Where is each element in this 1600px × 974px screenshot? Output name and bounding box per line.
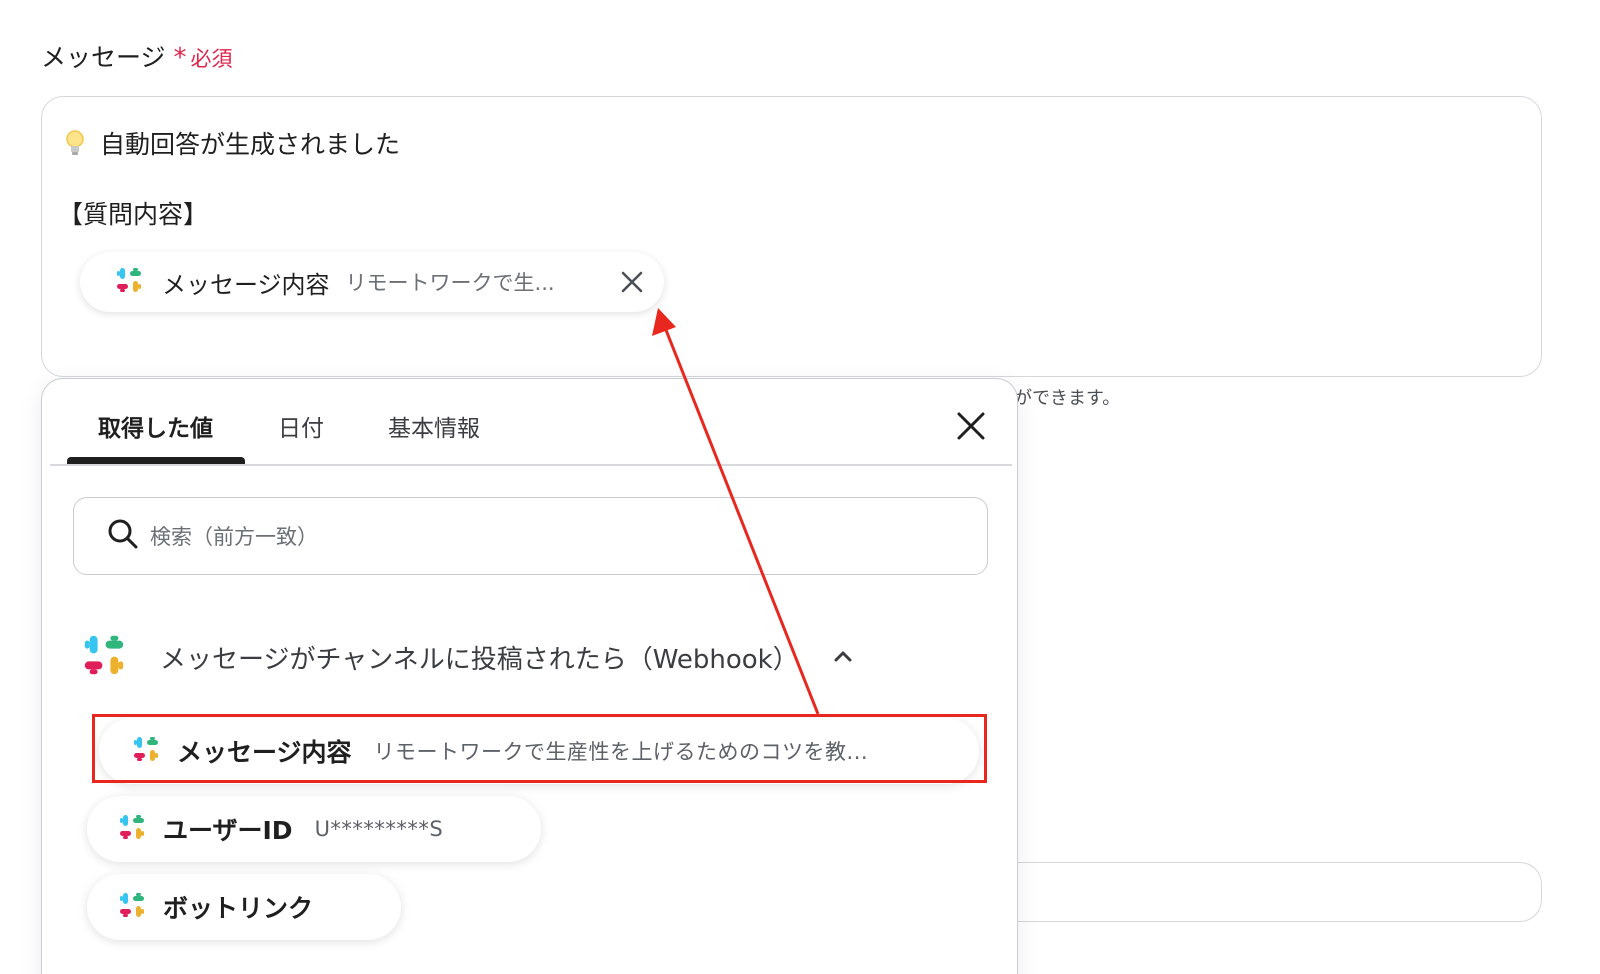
list-item[interactable]: ユーザーID U*********S [87,796,541,862]
group-header[interactable]: メッセージがチャンネルに投稿されたら（Webhook） [80,631,855,683]
slack-icon [117,890,147,924]
search-icon [106,517,140,555]
tab-divider [50,464,1012,466]
field-label-text: メッセージ [41,43,166,72]
close-icon[interactable] [953,408,989,444]
lightbulb-icon [64,128,86,158]
slack-icon [80,631,128,683]
background-input-field[interactable] [1000,862,1542,922]
inserted-token-chip[interactable]: メッセージ内容 リモートワークで生... [80,252,664,312]
field-hint: ができます。 [1014,388,1121,409]
item-value: U*********S [314,817,444,841]
required-star: * [173,43,187,73]
token-value: リモートワークで生... [345,271,555,295]
message-line-1: 自動回答が生成されました [64,125,400,161]
tab-date[interactable]: 日付 [278,409,324,443]
group-title: メッセージがチャンネルに投稿されたら（Webhook） [160,644,799,675]
message-field-label: メッセージ * 必須 [41,38,233,74]
required-text: 必須 [190,47,233,71]
message-line-2: 【質問内容】 [58,200,209,229]
message-editor[interactable]: 自動回答が生成されました 【質問内容】 メッセージ内容 リモートワークで生... [41,96,1542,377]
slack-icon [114,265,144,299]
tab-basic-info[interactable]: 基本情報 [388,409,480,443]
search-input[interactable]: 検索（前方一致） [73,497,988,575]
search-placeholder: 検索（前方一致） [150,525,318,549]
item-name: ボットリンク [163,894,314,923]
item-name: ユーザーID [163,816,293,845]
slack-icon [117,812,147,846]
highlight-box [92,714,987,783]
chevron-up-icon[interactable] [831,645,855,669]
message-line-1-text: 自動回答が生成されました [100,130,401,159]
token-name: メッセージ内容 [162,270,330,299]
tab-acquired-values[interactable]: 取得した値 [98,409,213,443]
close-icon[interactable] [616,266,648,298]
list-item[interactable]: ボットリンク [87,874,401,940]
